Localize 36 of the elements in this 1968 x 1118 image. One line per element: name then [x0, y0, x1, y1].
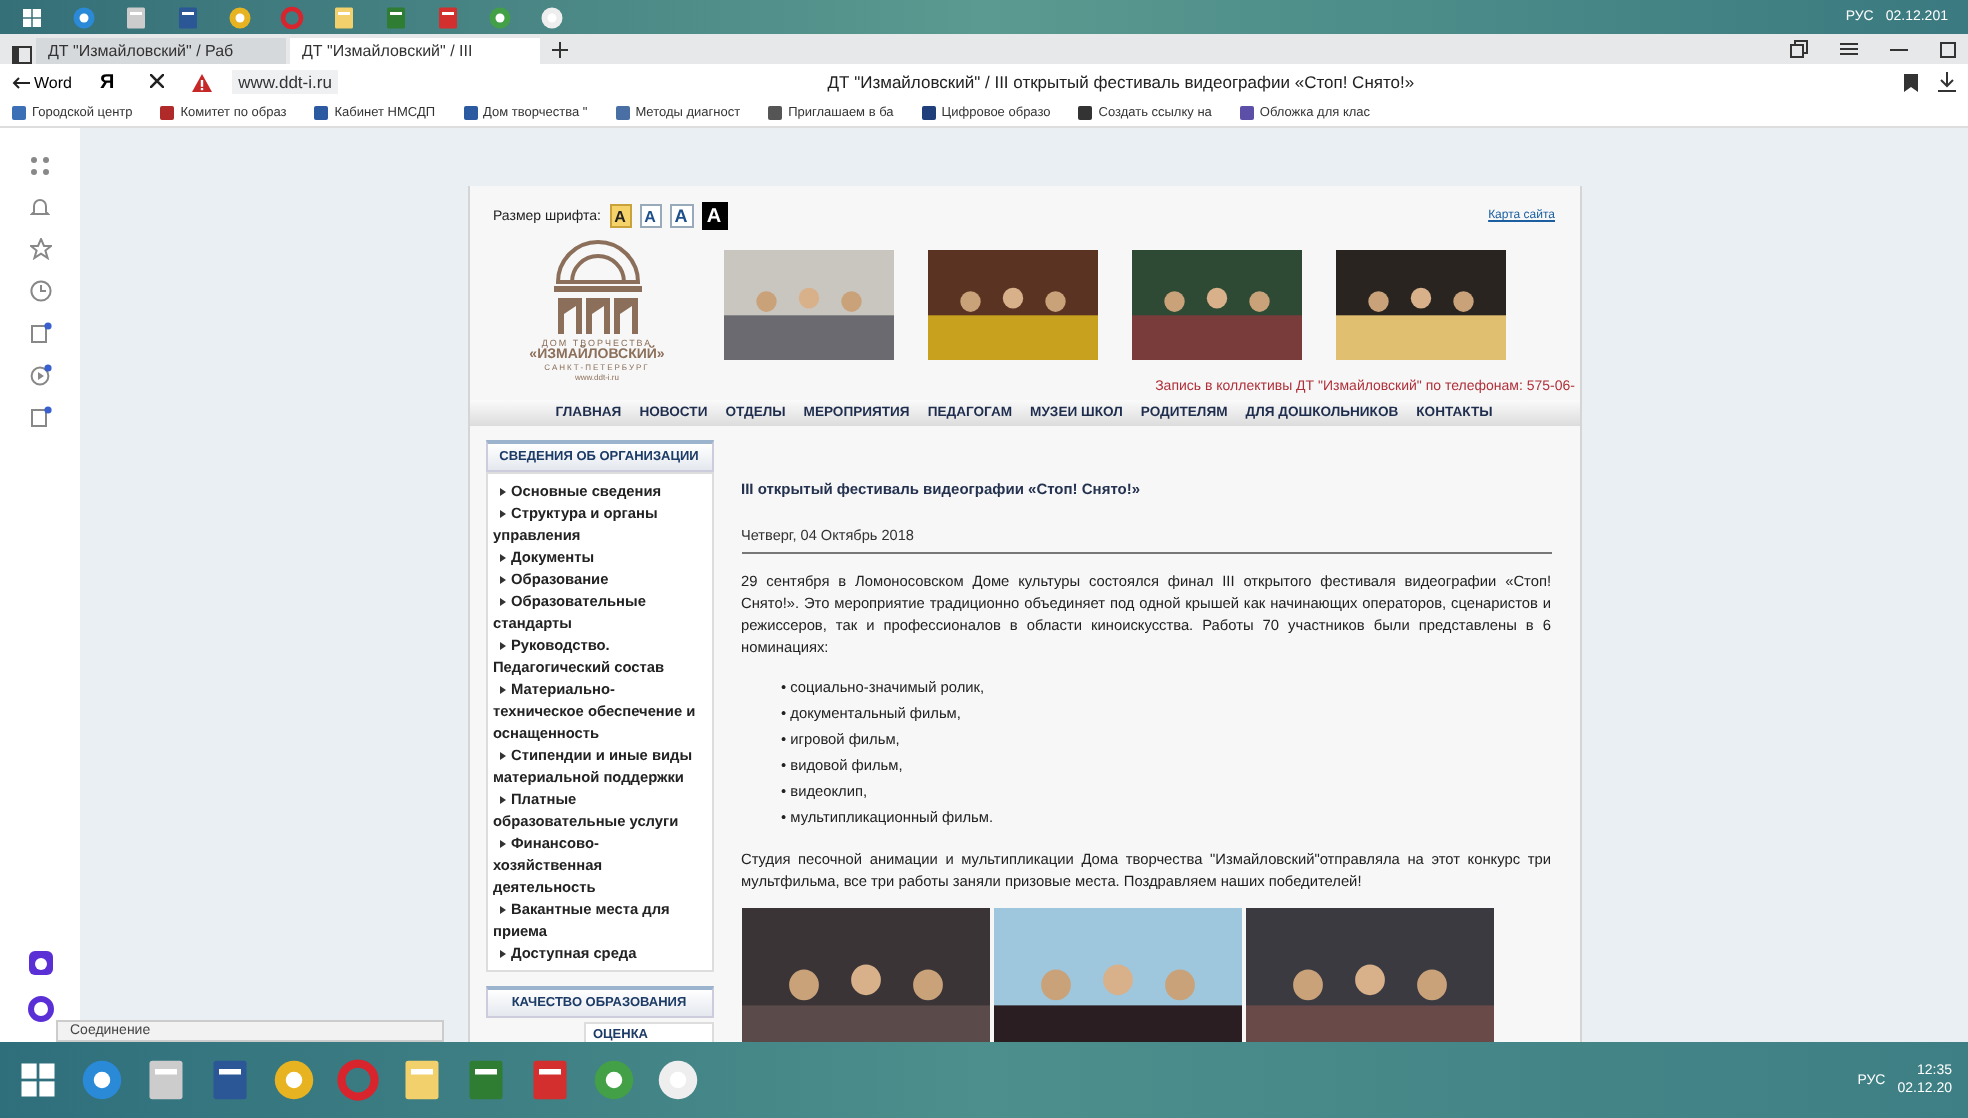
- home-button[interactable]: Я: [91, 71, 123, 93]
- font-size-button[interactable]: A: [639, 204, 661, 228]
- url-field[interactable]: www.ddt-i.ru: [232, 70, 338, 94]
- app-tile-icon[interactable]: [528, 1058, 572, 1102]
- maximize-icon[interactable]: [1940, 41, 1956, 57]
- plus-icon: [552, 42, 568, 58]
- star-icon[interactable]: [29, 238, 51, 260]
- minimize-icon[interactable]: [1890, 47, 1908, 51]
- grid-icon[interactable]: [30, 156, 50, 176]
- menu-icon[interactable]: [1840, 42, 1858, 56]
- close-icon: [150, 73, 165, 87]
- screenshot-icon[interactable]: [29, 322, 51, 344]
- back-arrow-icon: [12, 75, 30, 89]
- circle-logo-icon[interactable]: [272, 1058, 316, 1102]
- warning-icon[interactable]: [192, 73, 213, 91]
- app-tile-icon[interactable]: [436, 5, 460, 29]
- download-icon[interactable]: [1938, 72, 1956, 92]
- windows-logo-icon[interactable]: [16, 1058, 60, 1102]
- play-icon[interactable]: [29, 364, 51, 386]
- windows-logo-icon[interactable]: [20, 5, 44, 29]
- page-title: ДТ "Измайловский" / III открытый фестиваль видеографии «Стоп! Снято!»: [825, 72, 1417, 92]
- ring-logo-icon[interactable]: [27, 996, 53, 1022]
- window-stack-icon[interactable]: [1790, 40, 1808, 58]
- document-icon[interactable]: [208, 1058, 252, 1102]
- document-icon[interactable]: [176, 5, 200, 29]
- bell-icon[interactable]: [30, 196, 50, 218]
- font-size-button[interactable]: A: [701, 202, 727, 230]
- clock-icon[interactable]: [29, 280, 51, 302]
- circle-logo-icon[interactable]: [228, 5, 252, 29]
- browser-tab[interactable]: ДТ "Измайловский" / Раб: [36, 38, 286, 64]
- back-button[interactable]: Word: [12, 73, 72, 91]
- font-size-button[interactable]: A: [609, 204, 631, 228]
- font-size-button[interactable]: A: [669, 204, 693, 228]
- tabs-panel-icon[interactable]: [12, 46, 32, 64]
- browser-tab[interactable]: ДТ "Измайловский" / III: [290, 38, 540, 64]
- bookmark-icon[interactable]: [1904, 73, 1918, 91]
